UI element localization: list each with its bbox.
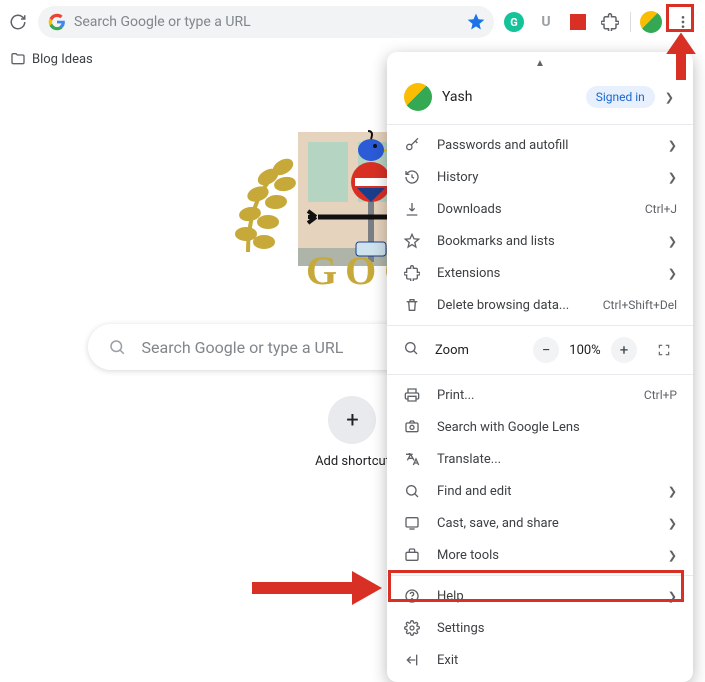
annotation-arrow-right — [252, 571, 382, 607]
lens-icon — [403, 419, 421, 435]
chevron-right-icon: ❯ — [668, 485, 677, 498]
reload-button[interactable] — [4, 8, 32, 36]
exit-icon — [403, 652, 421, 668]
menu-label: Passwords and autofill — [437, 138, 652, 153]
zoom-out-button[interactable]: − — [533, 337, 559, 363]
folder-icon — [10, 51, 26, 67]
trash-icon — [403, 297, 421, 313]
plus-icon: + — [346, 408, 358, 433]
extension-u-icon[interactable]: U — [532, 8, 560, 36]
menu-label: More tools — [437, 548, 652, 563]
add-shortcut[interactable]: + Add shortcut — [315, 396, 390, 469]
chevron-right-icon: ❯ — [665, 91, 674, 104]
browser-toolbar: Search Google or type a URL G U — [0, 0, 705, 44]
gear-icon — [403, 620, 421, 636]
menu-item-history[interactable]: History ❯ — [387, 161, 693, 193]
menu-label: Extensions — [437, 266, 652, 281]
menu-label: Delete browsing data... — [437, 298, 587, 313]
puzzle-icon — [403, 265, 421, 281]
menu-item-cast[interactable]: Cast, save, and share ❯ — [387, 507, 693, 539]
extensions-puzzle-icon[interactable] — [596, 8, 624, 36]
profile-avatar[interactable] — [637, 8, 665, 36]
menu-label: Exit — [437, 653, 677, 668]
menu-label: Find and edit — [437, 484, 652, 499]
chevron-right-icon: ❯ — [668, 517, 677, 530]
menu-label: Cast, save, and share — [437, 516, 652, 531]
chevron-right-icon: ❯ — [668, 267, 677, 280]
menu-label: Search with Google Lens — [437, 420, 677, 435]
menu-label: Help — [437, 589, 652, 604]
menu-item-more-tools[interactable]: More tools ❯ — [387, 539, 693, 571]
shortcut-text: Ctrl+P — [644, 388, 677, 402]
search-icon — [108, 338, 126, 356]
print-icon — [403, 387, 421, 403]
menu-item-settings[interactable]: Settings — [387, 612, 693, 644]
toolbar-extensions: G U — [500, 8, 697, 36]
bookmark-item[interactable]: Blog Ideas — [32, 52, 93, 67]
account-name: Yash — [442, 89, 576, 105]
cast-icon — [403, 515, 421, 531]
menu-label: Settings — [437, 621, 677, 636]
help-icon — [403, 588, 421, 604]
omnibox-placeholder: Search Google or type a URL — [74, 14, 458, 30]
zoom-value: 100% — [567, 343, 603, 358]
google-g-icon — [48, 13, 66, 31]
menu-item-extensions[interactable]: Extensions ❯ — [387, 257, 693, 289]
zoom-icon — [403, 340, 419, 360]
menu-label: Print... — [437, 388, 628, 403]
chevron-right-icon: ❯ — [668, 590, 677, 603]
menu-item-print[interactable]: Print... Ctrl+P — [387, 379, 693, 411]
menu-scroll-up[interactable]: ▲ — [387, 58, 693, 72]
zoom-in-button[interactable]: + — [611, 337, 637, 363]
add-shortcut-label: Add shortcut — [315, 454, 390, 469]
toolbox-icon — [403, 547, 421, 563]
chevron-right-icon: ❯ — [668, 549, 677, 562]
omnibox[interactable]: Search Google or type a URL — [38, 6, 494, 38]
toolbar-separator — [630, 12, 631, 32]
star-icon — [403, 233, 421, 249]
menu-item-downloads[interactable]: Downloads Ctrl+J — [387, 193, 693, 225]
menu-item-exit[interactable]: Exit — [387, 644, 693, 676]
shortcut-text: Ctrl+J — [645, 202, 677, 216]
avatar-icon — [404, 83, 432, 111]
menu-label: Downloads — [437, 202, 629, 217]
menu-item-lens[interactable]: Search with Google Lens — [387, 411, 693, 443]
menu-label: History — [437, 170, 652, 185]
menu-zoom-row: Zoom − 100% + — [387, 330, 693, 370]
chevron-right-icon: ❯ — [668, 139, 677, 152]
translate-icon — [403, 451, 421, 467]
chevron-right-icon: ❯ — [668, 171, 677, 184]
extension-red-icon[interactable] — [564, 8, 592, 36]
menu-label: Translate... — [437, 452, 677, 467]
chevron-right-icon: ❯ — [668, 235, 677, 248]
menu-item-find[interactable]: Find and edit ❯ — [387, 475, 693, 507]
menu-label: Bookmarks and lists — [437, 234, 652, 249]
fullscreen-button[interactable] — [651, 337, 677, 363]
bookmark-star-icon[interactable] — [466, 12, 486, 32]
key-icon — [403, 137, 421, 153]
grammarly-extension-icon[interactable]: G — [500, 8, 528, 36]
shortcut-text: Ctrl+Shift+Del — [603, 298, 677, 312]
signed-in-pill: Signed in — [586, 86, 655, 108]
search-placeholder: Search Google or type a URL — [142, 338, 344, 357]
download-icon — [403, 201, 421, 217]
chrome-menu: ▲ Yash Signed in ❯ Passwords and autofil… — [387, 52, 693, 682]
zoom-label: Zoom — [435, 343, 517, 358]
find-icon — [403, 483, 421, 499]
menu-item-translate[interactable]: Translate... — [387, 443, 693, 475]
menu-item-clear-data[interactable]: Delete browsing data... Ctrl+Shift+Del — [387, 289, 693, 321]
menu-item-help[interactable]: Help ❯ — [387, 580, 693, 612]
menu-account-row[interactable]: Yash Signed in ❯ — [397, 76, 683, 118]
menu-item-bookmarks[interactable]: Bookmarks and lists ❯ — [387, 225, 693, 257]
chrome-menu-button[interactable] — [669, 8, 697, 36]
history-icon — [403, 169, 421, 185]
menu-item-passwords[interactable]: Passwords and autofill ❯ — [387, 129, 693, 161]
add-shortcut-button[interactable]: + — [328, 396, 376, 444]
